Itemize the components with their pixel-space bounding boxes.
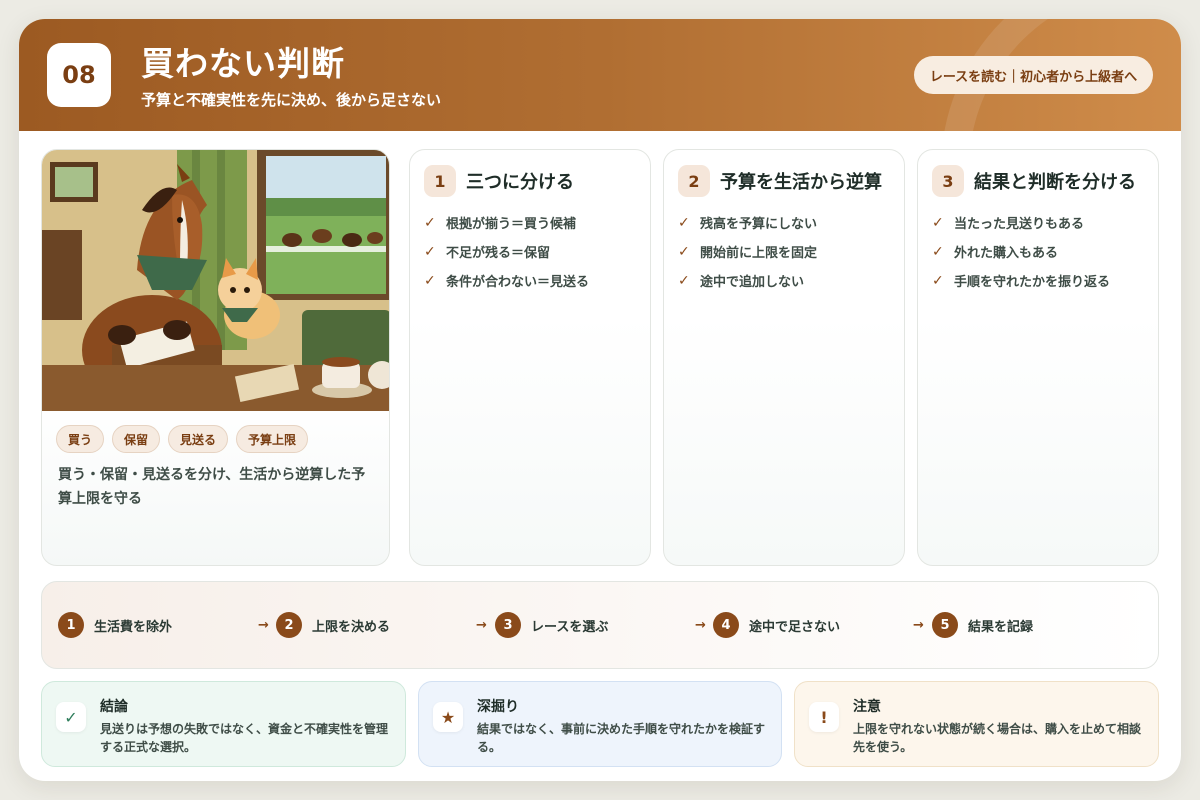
- step-item: ✓ 残高を予算にしない: [678, 214, 818, 233]
- flow-step-number: 5: [932, 612, 958, 638]
- tag-budget-limit[interactable]: 予算上限: [236, 425, 309, 453]
- note-title: 深掘り: [477, 699, 519, 715]
- illustration-description: 買う・保留・見送るを分け、生活から逆算した予算上限を守る: [58, 467, 366, 507]
- flow-step-label: 生活費を除外: [94, 619, 173, 635]
- tag-skip[interactable]: 見送る: [168, 425, 229, 453]
- slide-card: 08 買わない判断 予算と不確実性を先に決め、後から足さない レースを読む｜初心…: [19, 19, 1181, 781]
- step-number: 3: [932, 165, 964, 197]
- note-warning: ! 注意 上限を守れない状態が続く場合は、購入を止めて相談先を使う。: [794, 681, 1159, 767]
- step-card-2: 2 予算を生活から逆算 ✓ 残高を予算にしない ✓ 開始前に上限を固定 ✓ 途中で追加…: [663, 149, 905, 566]
- flow-step-number: 4: [713, 612, 739, 638]
- chapter-number-badge: 08: [47, 43, 111, 107]
- flow-step-1: 1 生活費を除外: [58, 612, 172, 638]
- check-icon: ✓: [678, 272, 690, 289]
- arrow-right-icon: →: [258, 618, 269, 633]
- step-item: ✓ 途中で追加しない: [678, 272, 805, 291]
- exclamation-icon: !: [809, 702, 839, 732]
- flow-step-number: 3: [495, 612, 521, 638]
- tag-buy[interactable]: 買う: [56, 425, 105, 453]
- flow-step-label: 結果を記録: [968, 619, 1034, 635]
- tag-hold[interactable]: 保留: [112, 425, 161, 453]
- step-card-3: 3 結果と判断を分ける ✓ 当たった見送りもある ✓ 外れた購入もある ✓ 手順を守れ…: [917, 149, 1159, 566]
- check-icon: ✓: [424, 214, 436, 231]
- note-text: 見送りは予想の失敗ではなく、資金と不確実性を管理する正式な選択。: [100, 722, 389, 754]
- flow-step-5: 5 結果を記録: [932, 612, 1033, 638]
- arrow-right-icon: →: [476, 618, 487, 633]
- check-icon: ✓: [678, 243, 690, 260]
- flow-step-label: レースを選ぶ: [531, 619, 609, 635]
- flow-step-number: 2: [276, 612, 302, 638]
- flow-step-3: 3 レースを選ぶ: [495, 612, 608, 638]
- page-subtitle: 予算と不確実性を先に決め、後から足さない: [141, 91, 442, 109]
- flow-step-2: 2 上限を決める: [276, 612, 390, 638]
- note-title: 注意: [853, 699, 881, 715]
- step-item: ✓ 不足が残る＝保留: [424, 243, 551, 262]
- check-icon: ✓: [678, 214, 690, 231]
- check-icon: ✓: [932, 272, 944, 289]
- step-title: 予算を生活から逆算: [720, 172, 882, 193]
- illustration-card: 買う 保留 見送る 予算上限 買う・保留・見送るを分け、生活から逆算した予算上限…: [41, 149, 390, 566]
- arrow-right-icon: →: [913, 618, 924, 633]
- step-card-1: 1 三つに分ける ✓ 根拠が揃う＝買う候補 ✓ 不足が残る＝保留 ✓ 条件が合わない＝…: [409, 149, 651, 566]
- step-item: ✓ 外れた購入もある: [932, 243, 1059, 262]
- header-banner: 08 買わない判断 予算と不確実性を先に決め、後から足さない レースを読む｜初心…: [19, 19, 1181, 131]
- check-icon: ✓: [932, 214, 944, 231]
- step-item: ✓ 条件が合わない＝見送る: [424, 272, 590, 291]
- page-title: 買わない判断: [141, 44, 345, 83]
- note-text: 上限を守れない状態が続く場合は、購入を止めて相談先を使う。: [853, 722, 1142, 754]
- check-icon: ✓: [424, 243, 436, 260]
- note-text: 結果ではなく、事前に決めた手順を守れたかを検証する。: [477, 722, 766, 754]
- check-icon: ✓: [424, 272, 436, 289]
- flow-step-number: 1: [58, 612, 84, 638]
- note-deep-dive: ★ 深掘り 結果ではなく、事前に決めた手順を守れたかを検証する。: [418, 681, 782, 767]
- process-flow: 1 生活費を除外 → 2 上限を決める → 3 レースを選ぶ → 4 途中で足さ…: [41, 581, 1159, 669]
- arrow-right-icon: →: [695, 618, 706, 633]
- tag-list: 買う 保留 見送る 予算上限: [56, 425, 309, 453]
- step-number: 2: [678, 165, 710, 197]
- check-icon: ✓: [932, 243, 944, 260]
- step-title: 三つに分ける: [466, 172, 574, 193]
- step-item: ✓ 根拠が揃う＝買う候補: [424, 214, 577, 233]
- step-item: ✓ 手順を守れたかを振り返る: [932, 272, 1111, 291]
- flow-step-label: 途中で足さない: [749, 619, 841, 635]
- step-item: ✓ 開始前に上限を固定: [678, 243, 818, 262]
- step-number: 1: [424, 165, 456, 197]
- note-title: 結論: [100, 699, 128, 715]
- level-pill[interactable]: レースを読む｜初心者から上級者へ: [914, 56, 1153, 94]
- step-title: 結果と判断を分ける: [974, 172, 1136, 193]
- flow-step-label: 上限を決める: [312, 619, 391, 635]
- step-item: ✓ 当たった見送りもある: [932, 214, 1085, 233]
- horse-cat-illustration: [42, 150, 389, 411]
- star-icon: ★: [433, 702, 463, 732]
- flow-step-4: 4 途中で足さない: [713, 612, 840, 638]
- check-icon: ✓: [56, 702, 86, 732]
- note-conclusion: ✓ 結論 見送りは予想の失敗ではなく、資金と不確実性を管理する正式な選択。: [41, 681, 406, 767]
